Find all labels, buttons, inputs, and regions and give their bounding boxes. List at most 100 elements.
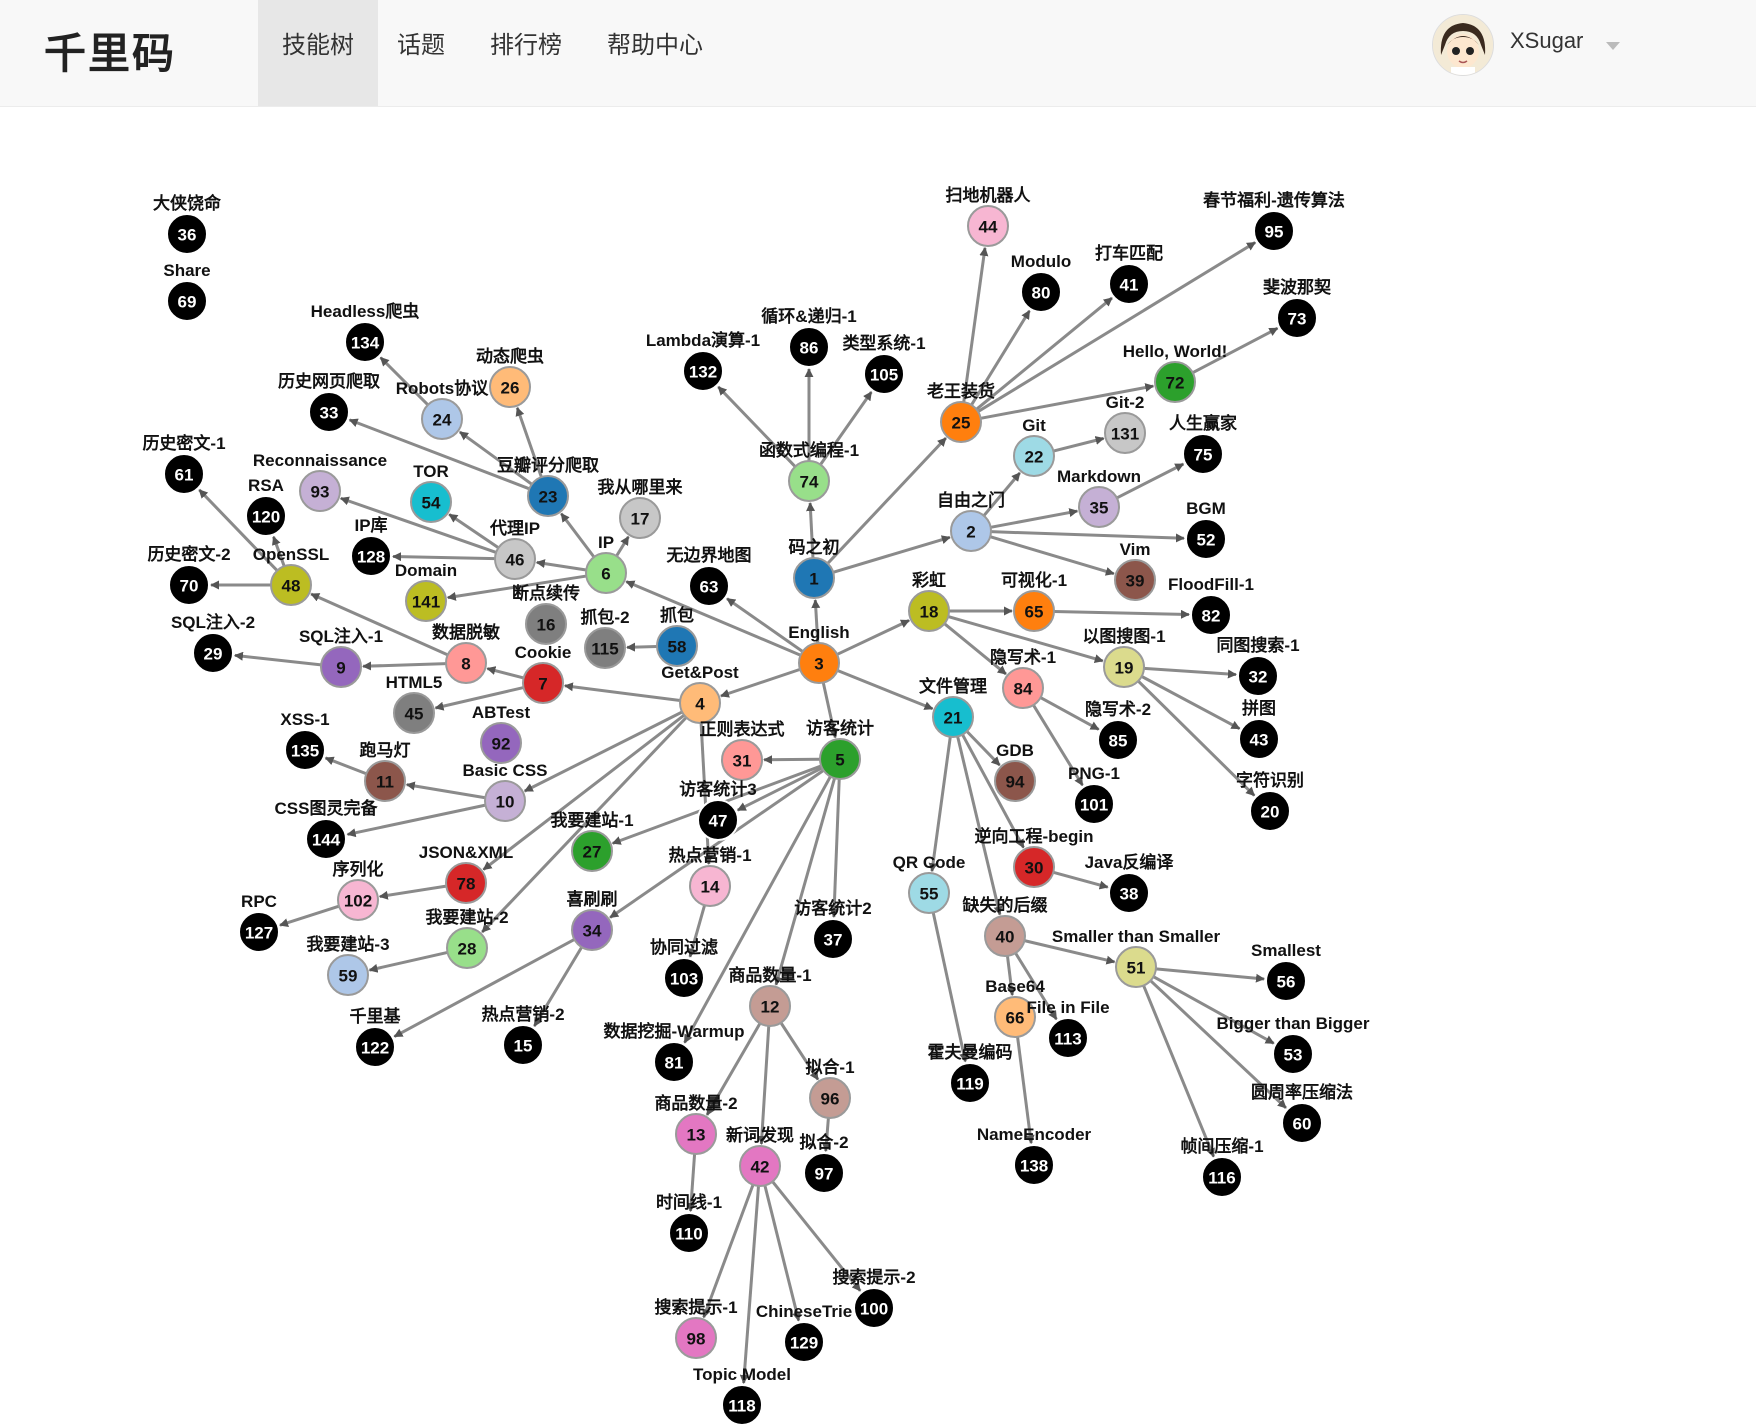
skill-node-52[interactable]: 52 BGM xyxy=(1185,499,1227,560)
skill-node-9[interactable]: 9 SQL注入-1 xyxy=(299,626,383,688)
skill-node-19[interactable]: 19 以图搜图-1 xyxy=(1082,626,1166,688)
skill-node-id: 28 xyxy=(458,940,477,959)
skill-node-34[interactable]: 34 喜刷刷 xyxy=(567,890,618,951)
skill-node-59[interactable]: 59 我要建站-3 xyxy=(306,934,390,996)
skill-node-14[interactable]: 14 热点营销-1 xyxy=(668,845,752,907)
skill-node-80[interactable]: 80 Modulo xyxy=(1011,252,1071,313)
skill-node-24[interactable]: 24 Robots协议 xyxy=(396,378,490,440)
skill-node-58[interactable]: 58 抓包 xyxy=(656,605,698,667)
skill-node-144[interactable]: 144 CSS图灵完备 xyxy=(275,798,379,860)
username[interactable]: XSugar xyxy=(1510,28,1583,54)
skill-node-95[interactable]: 95 春节福利-遗传算法 xyxy=(1203,190,1345,252)
skill-node-41[interactable]: 41 打车匹配 xyxy=(1095,243,1163,305)
skill-node-12[interactable]: 12 商品数量-1 xyxy=(728,965,812,1027)
skill-node-65[interactable]: 65 可视化-1 xyxy=(1001,570,1067,632)
nav-skill-tree[interactable]: 技能树 xyxy=(258,0,378,106)
skill-node-61[interactable]: 61 历史密文-1 xyxy=(142,433,226,495)
skill-node-101[interactable]: 101 PNG-1 xyxy=(1068,764,1120,825)
skill-node-60[interactable]: 60 圆周率压缩法 xyxy=(1251,1082,1353,1144)
skill-node-131[interactable]: 131 Git-2 xyxy=(1104,393,1146,454)
skill-node-94[interactable]: 94 GDB xyxy=(994,741,1036,802)
skill-node-29[interactable]: 29 SQL注入-2 xyxy=(171,612,255,674)
skill-node-20[interactable]: 20 字符识别 xyxy=(1236,770,1304,832)
skill-node-17[interactable]: 17 我从哪里来 xyxy=(598,477,684,539)
skill-node-105[interactable]: 105 类型系统-1 xyxy=(842,333,926,395)
skill-node-18[interactable]: 18 彩虹 xyxy=(908,571,950,632)
skill-node-103[interactable]: 103 协同过滤 xyxy=(650,937,718,999)
skill-node-1[interactable]: 1 码之初 xyxy=(789,537,840,599)
skill-node-97[interactable]: 97 拟合-2 xyxy=(799,1132,849,1194)
skill-node-98[interactable]: 98 搜索提示-1 xyxy=(654,1297,738,1359)
skill-node-45[interactable]: 45 HTML5 xyxy=(386,673,443,734)
skill-node-78[interactable]: 78 JSON&XML xyxy=(419,843,513,904)
skill-node-40[interactable]: 40 缺失的后缀 xyxy=(963,895,1049,957)
skill-node-56[interactable]: 56 Smallest xyxy=(1251,941,1321,1002)
skill-node-42[interactable]: 42 新词发现 xyxy=(726,1125,794,1187)
skill-node-38[interactable]: 38 Java反编译 xyxy=(1085,852,1175,914)
nav-leaderboard[interactable]: 排行榜 xyxy=(466,0,586,106)
skill-node-16[interactable]: 16 断点续传 xyxy=(512,583,580,645)
skill-node-46[interactable]: 46 代理IP xyxy=(489,518,540,580)
skill-node-81[interactable]: 81 数据挖掘-Warmup xyxy=(603,1021,745,1083)
skill-node-10[interactable]: 10 Basic CSS xyxy=(462,761,548,822)
skill-node-33[interactable]: 33 历史网页爬取 xyxy=(278,371,380,433)
skill-node-113[interactable]: 113 File in File xyxy=(1026,998,1110,1059)
skill-node-25[interactable]: 25 老王装货 xyxy=(926,381,995,443)
skill-node-54[interactable]: 54 TOR xyxy=(410,462,452,523)
skill-node-22[interactable]: 22 Git xyxy=(1013,416,1055,477)
skill-node-31[interactable]: 31 正则表达式 xyxy=(700,719,785,781)
skill-node-11[interactable]: 11 跑马灯 xyxy=(360,740,411,802)
skill-node-28[interactable]: 28 我要建站-2 xyxy=(425,907,509,969)
skill-node-id: 19 xyxy=(1115,659,1134,678)
skill-node-id: 1 xyxy=(809,570,818,589)
skill-node-69[interactable]: 69 Share xyxy=(163,261,211,322)
skill-node-7[interactable]: 7 Cookie xyxy=(515,643,572,704)
skill-node-96[interactable]: 96 拟合-1 xyxy=(805,1057,855,1119)
skill-node-120[interactable]: 120 RSA xyxy=(245,476,287,537)
skill-node-70[interactable]: 70 历史密文-2 xyxy=(147,544,231,606)
skill-node-label: Headless爬虫 xyxy=(311,301,420,321)
skill-node-32[interactable]: 32 同图搜索-1 xyxy=(1216,635,1300,697)
skill-node-44[interactable]: 44 扫地机器人 xyxy=(946,185,1032,247)
skill-node-127[interactable]: 127 RPC xyxy=(238,892,280,953)
skill-node-116[interactable]: 116 帧间压缩-1 xyxy=(1180,1136,1264,1198)
skill-node-23[interactable]: 23 豆瓣评分爬取 xyxy=(497,455,599,517)
skill-node-135[interactable]: 135 XSS-1 xyxy=(280,710,330,771)
skill-node-118[interactable]: 118 Topic Model xyxy=(693,1365,791,1426)
skill-node-39[interactable]: 39 Vim xyxy=(1114,540,1156,601)
skill-node-85[interactable]: 85 隐写术-2 xyxy=(1085,699,1151,761)
nav-topics[interactable]: 话题 xyxy=(373,0,469,106)
skill-node-37[interactable]: 37 访客统计2 xyxy=(794,898,872,960)
skill-node-129[interactable]: 129 ChineseTrie xyxy=(756,1302,852,1363)
skill-node-6[interactable]: 6 IP xyxy=(585,533,627,594)
skill-node-84[interactable]: 84 隐写术-1 xyxy=(990,647,1056,709)
skill-node-122[interactable]: 122 千里基 xyxy=(350,1006,402,1068)
skill-node-115[interactable]: 115 抓包-2 xyxy=(580,607,630,669)
skill-node-128[interactable]: 128 IP库 xyxy=(350,515,392,577)
skill-node-110[interactable]: 110 时间线-1 xyxy=(656,1192,722,1254)
skill-node-74[interactable]: 74 函数式编程-1 xyxy=(759,440,859,502)
skill-node-2[interactable]: 2 自由之门 xyxy=(937,490,1005,552)
skill-node-82[interactable]: 82 FloodFill-1 xyxy=(1168,575,1254,636)
site-logo[interactable]: 千里码 xyxy=(44,20,176,81)
skill-node-47[interactable]: 47 访客统计3 xyxy=(679,779,757,841)
skill-node-92[interactable]: 92 ABTest xyxy=(472,703,531,764)
skill-node-134[interactable]: 134 Headless爬虫 xyxy=(311,301,420,363)
chevron-down-icon[interactable] xyxy=(1606,42,1620,50)
skill-node-55[interactable]: 55 QR Code xyxy=(893,853,966,914)
skill-node-51[interactable]: 51 Smaller than Smaller xyxy=(1052,927,1221,988)
skill-node-138[interactable]: 138 NameEncoder xyxy=(977,1125,1092,1186)
skill-node-102[interactable]: 102 序列化 xyxy=(333,859,384,921)
skill-node-132[interactable]: 132 Lambda演算-1 xyxy=(646,330,760,392)
skill-node-label: Modulo xyxy=(1011,252,1071,271)
skill-node-63[interactable]: 63 无边界地图 xyxy=(666,545,752,607)
skill-node-36[interactable]: 36 大侠饶命 xyxy=(153,193,222,255)
skill-node-15[interactable]: 15 热点营销-2 xyxy=(481,1004,565,1066)
skill-node-141[interactable]: 141 Domain xyxy=(395,561,457,622)
skill-node-35[interactable]: 35 Markdown xyxy=(1057,467,1141,528)
skill-node-43[interactable]: 43 拼图 xyxy=(1238,698,1280,760)
skill-node-119[interactable]: 119 霍夫曼编码 xyxy=(928,1042,1013,1104)
avatar[interactable] xyxy=(1432,14,1494,76)
nav-help-center[interactable]: 帮助中心 xyxy=(583,0,727,106)
skill-node-label: Cookie xyxy=(515,643,572,662)
